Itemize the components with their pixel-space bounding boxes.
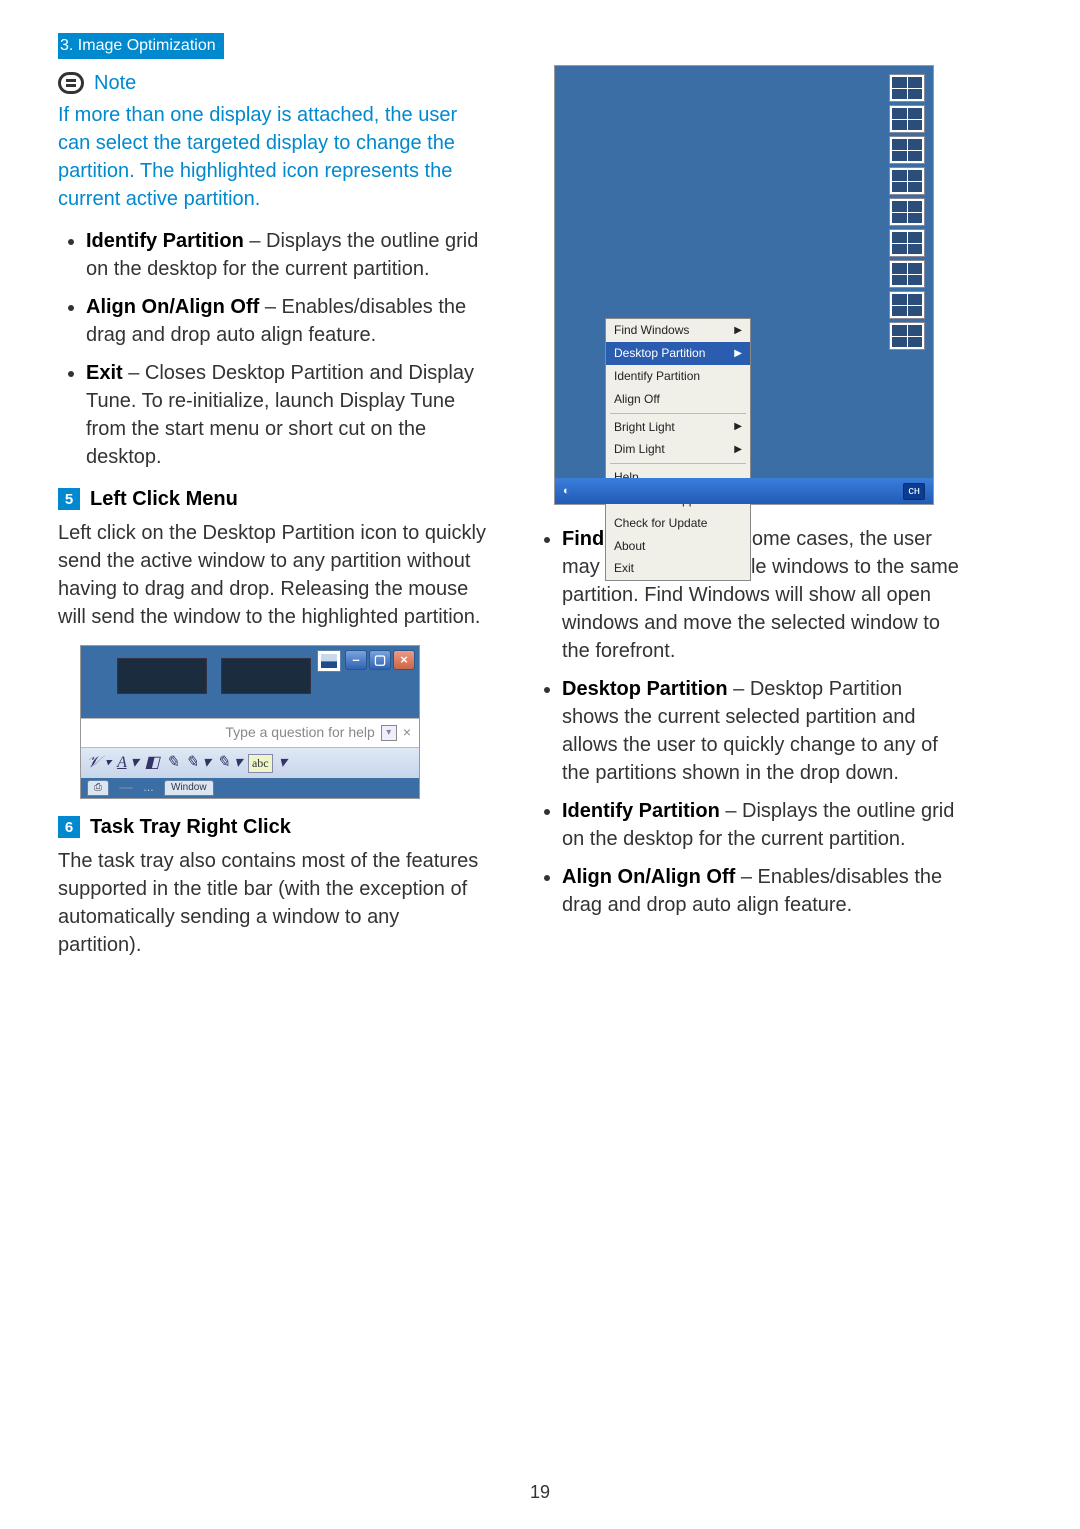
menu-separator <box>610 413 746 414</box>
thumb <box>117 658 207 694</box>
layout-palette <box>889 74 925 350</box>
desc: – Closes Desktop Partition and Display T… <box>86 362 474 468</box>
layout-icon <box>889 136 925 164</box>
minimize-icon: – <box>345 650 367 670</box>
window-tab: Window <box>164 780 214 796</box>
tool-item: 𝒱 ▾ <box>87 752 111 774</box>
menu-item: Identify Partition <box>606 365 750 388</box>
menu-label: Exit <box>614 560 634 577</box>
menu-item: Bright Light ▶ <box>606 416 750 439</box>
submenu-arrow-icon: ▶ <box>734 324 742 338</box>
window-buttons: – ▢ × <box>345 650 415 670</box>
menu-label: Dim Light <box>614 441 665 458</box>
submenu-arrow-icon: ▶ <box>734 420 742 434</box>
left-column: Note If more than one display is attache… <box>58 65 488 973</box>
status-text: … <box>143 781 154 796</box>
thumb <box>221 658 311 694</box>
tab <box>119 787 133 789</box>
num-badge: 5 <box>58 488 80 510</box>
tool-item: ✎ ▾ <box>185 752 210 774</box>
screenshot-left-click: – ▢ × Type a question for help ▾ × 𝒱 ▾ <box>80 645 420 799</box>
paragraph: Left click on the Desktop Partition icon… <box>58 519 488 631</box>
screenshot-task-tray: Find Windows ▶ Desktop Partition ▶ Identif… <box>554 65 934 505</box>
status-bar: ⎙ … Window <box>81 778 419 798</box>
close-icon: × <box>403 723 411 743</box>
layout-icon <box>889 105 925 133</box>
list-item: Exit – Closes Desktop Partition and Disp… <box>86 359 488 471</box>
note-text: If more than one display is attached, th… <box>58 101 488 213</box>
dropdown-icon: ▾ <box>381 725 397 741</box>
menu-item: About <box>606 535 750 558</box>
context-menu: Find Windows ▶ Desktop Partition ▶ Identif… <box>605 318 751 581</box>
list-item: Identify Partition – Displays the outlin… <box>562 797 964 853</box>
list-item: Align On/Align Off – Enables/disables th… <box>562 863 964 919</box>
heading-5: 5 Left Click Menu <box>58 485 488 513</box>
menu-label: Align Off <box>614 391 660 408</box>
right-column: Find Windows ▶ Desktop Partition ▶ Identif… <box>534 65 964 973</box>
menu-label: Bright Light <box>614 419 675 436</box>
heading-text: Task Tray Right Click <box>90 813 291 841</box>
tab: ⎙ <box>87 780 109 796</box>
thumbnails <box>117 658 311 694</box>
list-item: Align On/Align Off – Enables/disables th… <box>86 293 488 349</box>
start-area: ◐ <box>563 484 570 499</box>
menu-item-highlight: Desktop Partition ▶ <box>606 342 750 365</box>
maximize-icon: ▢ <box>369 650 391 670</box>
feature-list-left: Identify Partition – Displays the outlin… <box>58 227 488 471</box>
submenu-arrow-icon: ▶ <box>734 347 742 361</box>
taskbar: ◐ сн <box>555 478 933 504</box>
menu-label: Check for Update <box>614 515 707 532</box>
layout-icon <box>889 198 925 226</box>
section-tag: 3. Image Optimization <box>58 33 224 59</box>
list-item: Desktop Partition – Desktop Partition sh… <box>562 675 964 787</box>
note-icon <box>58 72 84 94</box>
tool-item: A ▾ <box>117 752 139 774</box>
term: Align On/Align Off <box>562 866 735 888</box>
layout-icon <box>889 229 925 257</box>
tool-item: ◧ <box>145 752 160 774</box>
close-icon: × <box>393 650 415 670</box>
layout-icon <box>889 74 925 102</box>
layout-icon <box>889 322 925 350</box>
note-heading: Note <box>58 69 488 97</box>
menu-separator <box>610 463 746 464</box>
feature-list-right: Find Windows – In some cases, the user m… <box>534 525 964 919</box>
menu-item: Check for Update <box>606 512 750 535</box>
tool-item: ✎ ▾ <box>217 752 242 774</box>
term: Align On/Align Off <box>86 296 259 318</box>
term: Identify Partition <box>86 230 244 252</box>
menu-item: Find Windows ▶ <box>606 319 750 342</box>
term: Exit <box>86 362 123 384</box>
note-label: Note <box>94 69 136 97</box>
page-number: 19 <box>0 1480 1080 1505</box>
tool-item: ▾ <box>279 752 287 774</box>
partition-icon <box>317 650 341 672</box>
menu-item: Align Off <box>606 388 750 411</box>
menu-label: Identify Partition <box>614 368 700 385</box>
layout-icon <box>889 167 925 195</box>
term: Identify Partition <box>562 800 720 822</box>
lang-indicator: сн <box>903 483 925 500</box>
help-placeholder: Type a question for help <box>225 723 374 743</box>
term: Desktop Partition <box>562 678 728 700</box>
num-badge: 6 <box>58 816 80 838</box>
menu-item: Exit <box>606 557 750 580</box>
list-item: Identify Partition – Displays the outlin… <box>86 227 488 283</box>
menu-label: About <box>614 538 645 555</box>
help-bar: Type a question for help ▾ × <box>81 718 419 748</box>
menu-label: Find Windows <box>614 322 689 339</box>
menu-item: Dim Light ▶ <box>606 438 750 461</box>
heading-6: 6 Task Tray Right Click <box>58 813 488 841</box>
paragraph: The task tray also contains most of the … <box>58 847 488 959</box>
tool-item: ✎ <box>166 752 179 774</box>
menu-label: Desktop Partition <box>614 345 705 362</box>
heading-text: Left Click Menu <box>90 485 238 513</box>
toolbar: 𝒱 ▾ A ▾ ◧ ✎ ✎ ▾ ✎ ▾ abc ▾ <box>81 748 419 778</box>
submenu-arrow-icon: ▶ <box>734 443 742 457</box>
layout-icon <box>889 291 925 319</box>
abc-button: abc <box>248 754 273 773</box>
layout-icon <box>889 260 925 288</box>
